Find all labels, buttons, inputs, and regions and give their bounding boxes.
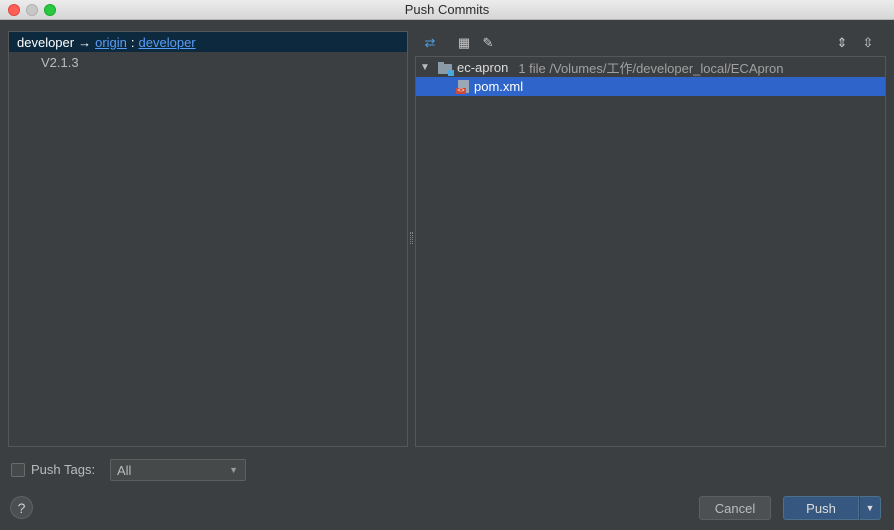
title-bar: Push Commits	[0, 0, 894, 20]
push-dropdown-button[interactable]: ▼	[859, 496, 881, 520]
diff-icon[interactable]: ⇄	[420, 33, 440, 53]
push-tags-checkbox[interactable]	[11, 463, 25, 477]
help-button[interactable]: ?	[10, 496, 33, 519]
cancel-button[interactable]: Cancel	[699, 496, 771, 520]
expand-arrow-icon[interactable]: ▼	[420, 62, 430, 73]
push-tags-label: Push Tags:	[31, 462, 96, 477]
remote-link[interactable]: origin	[95, 35, 127, 50]
branch-separator: :	[130, 34, 135, 50]
push-button[interactable]: Push	[783, 496, 859, 520]
local-branch-label: developer	[17, 34, 75, 50]
push-arrow: →	[78, 34, 92, 50]
edit-icon[interactable]: ✎	[478, 33, 498, 53]
module-meta: 1 file /Volumes/工作/developer_local/ECApr…	[518, 61, 784, 76]
branch-row[interactable]: developer → origin : developer	[9, 32, 407, 52]
tags-select[interactable]: All ▼	[110, 459, 246, 481]
commit-item[interactable]: V2.1.3	[41, 55, 79, 70]
changes-toolbar: ⇄ ▦ ✎ ⇕ ⇳	[416, 31, 886, 55]
changed-files-panel: ▼ ec-apron 1 file /Volumes/工作/developer_…	[415, 56, 886, 447]
module-folder-icon	[438, 61, 454, 76]
window-title: Push Commits	[404, 2, 490, 17]
remote-branch-link[interactable]: developer	[139, 35, 196, 50]
group-icon[interactable]: ▦	[454, 33, 474, 53]
tags-select-value: All	[117, 462, 132, 478]
tree-root-row[interactable]: ▼ ec-apron 1 file /Volumes/工作/developer_…	[416, 58, 885, 77]
file-name: pom.xml	[474, 79, 524, 94]
collapse-all-icon[interactable]: ⇳	[858, 33, 878, 53]
module-name: ec-apron	[457, 60, 509, 75]
panel-splitter[interactable]	[410, 232, 413, 244]
chevron-down-icon: ▼	[229, 465, 238, 475]
file-row[interactable]: <> pom.xml	[416, 77, 885, 96]
expand-all-icon[interactable]: ⇕	[832, 33, 852, 53]
commits-panel: developer → origin : developer V2.1.3	[8, 31, 408, 447]
xml-file-icon: <>	[456, 79, 470, 94]
